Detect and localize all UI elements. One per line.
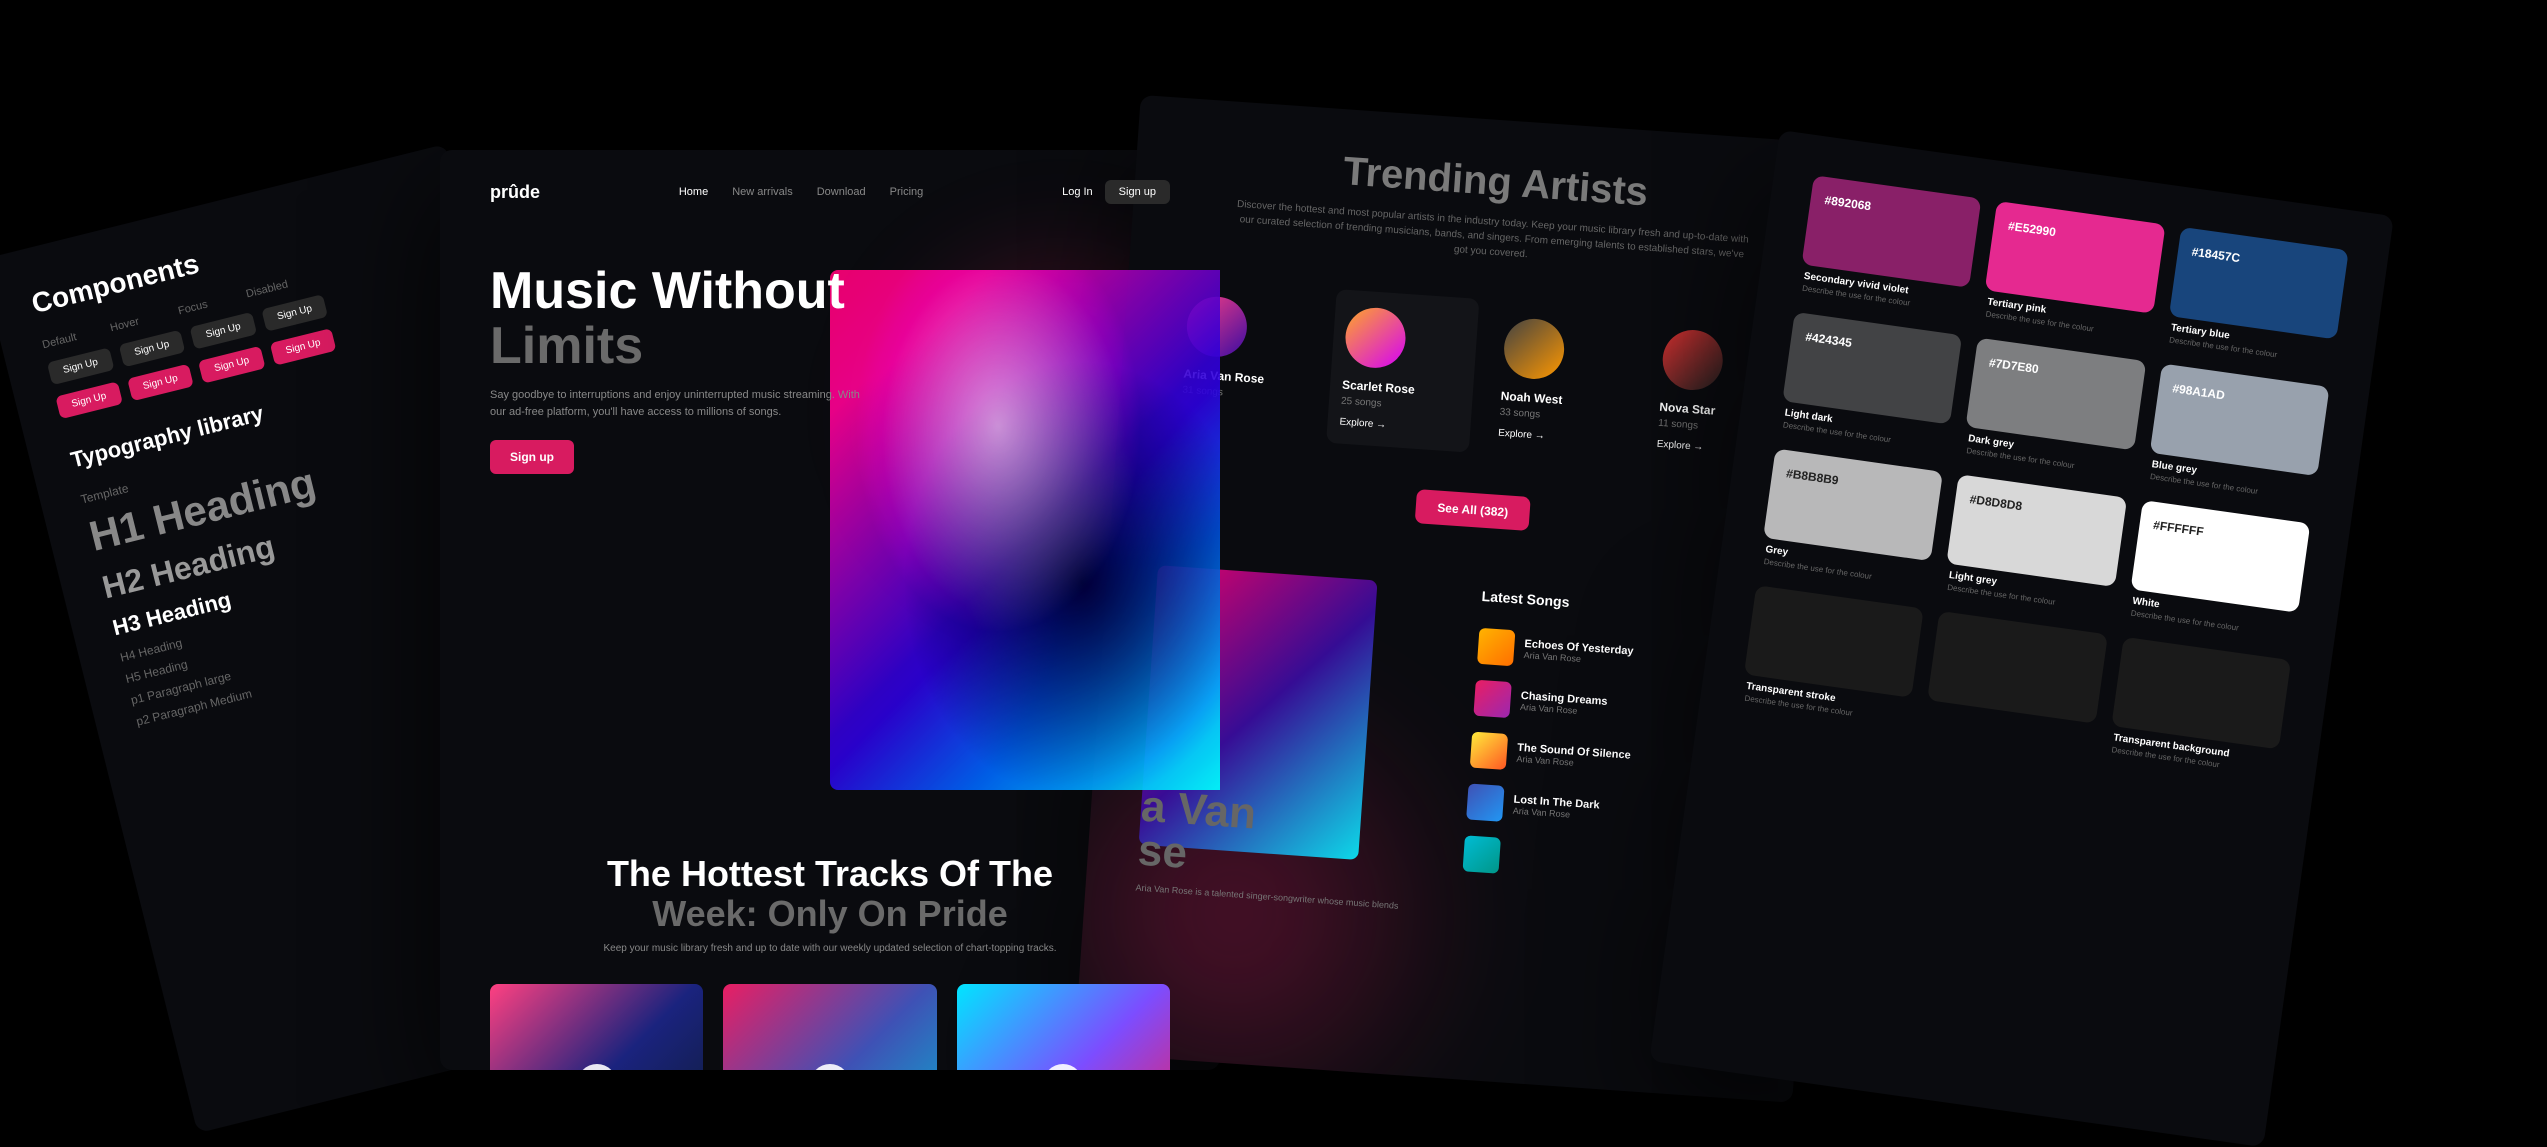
signup-button[interactable]: Sign up bbox=[1105, 180, 1170, 204]
play-icon[interactable] bbox=[810, 1064, 850, 1070]
hero-text: Say goodbye to interruptions and enjoy u… bbox=[490, 387, 870, 420]
logo[interactable]: prûde bbox=[490, 182, 540, 203]
sample-button-primary[interactable]: Sign Up bbox=[198, 346, 265, 384]
track-art: FEEL THE BEATS bbox=[723, 984, 936, 1070]
swatch-code: #424345 bbox=[1805, 330, 1947, 364]
swatch-container: #892068Secondary vivid violetDescribe th… bbox=[1740, 175, 2349, 777]
explore-link[interactable]: Explore → bbox=[1498, 428, 1617, 447]
login-link[interactable]: Log In bbox=[1062, 186, 1093, 198]
song-thumb bbox=[1466, 783, 1504, 821]
sample-button[interactable]: Sign Up bbox=[190, 312, 257, 350]
auth-controls: Log In Sign up bbox=[1062, 180, 1170, 204]
latest-title: Latest Songs bbox=[1481, 588, 1570, 610]
swatch-code: #892068 bbox=[1824, 193, 1966, 227]
sample-button[interactable]: Sign Up bbox=[118, 330, 185, 368]
song-thumb bbox=[1470, 732, 1508, 770]
sample-button-primary[interactable]: Sign Up bbox=[127, 364, 194, 402]
hero-section: Music Without Limits Say goodbye to inte… bbox=[490, 264, 1170, 474]
swatch-code bbox=[1952, 629, 2092, 649]
section-sub: Keep your music library fresh and up to … bbox=[490, 943, 1170, 954]
hero-title-line1: Music Without bbox=[490, 262, 845, 320]
variant-label: Disabled bbox=[245, 274, 306, 300]
section-title-line2: Week: Only On Pride bbox=[652, 893, 1007, 934]
hero-title-line2: Limits bbox=[490, 317, 643, 375]
featured-artist-name: a Van se bbox=[1137, 785, 1437, 893]
play-icon[interactable] bbox=[577, 1064, 617, 1070]
see-all-button[interactable]: See All (382) bbox=[1414, 489, 1531, 531]
swatch-code: #B8B8B9 bbox=[1785, 466, 1927, 500]
nav-pricing[interactable]: Pricing bbox=[890, 186, 924, 198]
main-site-panel: prûde Home New arrivals Download Pricing… bbox=[440, 150, 1220, 1070]
main-nav: Home New arrivals Download Pricing bbox=[679, 186, 923, 198]
sample-button-primary[interactable]: Sign Up bbox=[270, 328, 337, 366]
artists-grid: Aria Van Rose 31 songs Scarlet Rose 25 s… bbox=[1167, 278, 1796, 475]
sample-button[interactable]: Sign Up bbox=[47, 347, 114, 385]
swatch-code: #E52990 bbox=[2007, 219, 2149, 253]
site-header: prûde Home New arrivals Download Pricing… bbox=[490, 180, 1170, 204]
swatch-code: #98A1AD bbox=[2172, 381, 2314, 415]
hero-title: Music Without Limits bbox=[490, 264, 1170, 373]
song-thumb bbox=[1477, 628, 1515, 666]
song-thumb bbox=[1463, 835, 1501, 873]
sample-button-primary[interactable]: Sign Up bbox=[55, 381, 122, 419]
swatch-code: #18457C bbox=[2191, 245, 2333, 279]
artist-avatar bbox=[1502, 317, 1566, 381]
nav-home[interactable]: Home bbox=[679, 186, 708, 198]
track-card[interactable]: RMT bbox=[957, 984, 1170, 1070]
track-card[interactable]: SENSE ON bbox=[490, 984, 703, 1070]
track-card[interactable]: FEEL THE BEATS Feel The Beats Aurora Dia… bbox=[723, 984, 936, 1070]
track-art: RMT bbox=[957, 984, 1170, 1070]
artist-card[interactable]: Scarlet Rose 25 songs Explore → bbox=[1326, 289, 1479, 453]
swatch-code: #7D7E80 bbox=[1988, 355, 2130, 389]
artist-avatar bbox=[1661, 328, 1725, 392]
hottest-tracks-section: The Hottest Tracks Of The Week: Only On … bbox=[490, 854, 1170, 1070]
track-art: SENSE ON bbox=[490, 984, 703, 1070]
nav-new-arrivals[interactable]: New arrivals bbox=[732, 186, 793, 198]
hero-cta-button[interactable]: Sign up bbox=[490, 440, 574, 474]
swatch-code bbox=[1768, 603, 1908, 623]
nav-download[interactable]: Download bbox=[817, 186, 866, 198]
song-thumb bbox=[1473, 680, 1511, 718]
swatch-code bbox=[2135, 655, 2275, 675]
variant-label: Hover bbox=[109, 308, 170, 334]
tracks-grid: SENSE ON FEEL THE BEATS Feel The Beats A… bbox=[490, 984, 1170, 1070]
variant-label: Default bbox=[41, 325, 102, 351]
artist-card[interactable]: Noah West 33 songs Explore → bbox=[1485, 300, 1638, 464]
color-palette-panel: #892068Secondary vivid violetDescribe th… bbox=[1649, 130, 2394, 1147]
explore-link[interactable]: Explore → bbox=[1339, 417, 1458, 436]
swatch-code: #FFFFFF bbox=[2152, 518, 2294, 552]
section-title: The Hottest Tracks Of The Week: Only On … bbox=[490, 854, 1170, 933]
variant-label: Focus bbox=[177, 291, 238, 317]
section-title-line1: The Hottest Tracks Of The bbox=[607, 853, 1053, 894]
swatch-code: #D8D8D8 bbox=[1969, 492, 2111, 526]
sample-button[interactable]: Sign Up bbox=[261, 294, 328, 332]
artist-avatar bbox=[1343, 306, 1407, 370]
play-icon[interactable] bbox=[1043, 1064, 1083, 1070]
